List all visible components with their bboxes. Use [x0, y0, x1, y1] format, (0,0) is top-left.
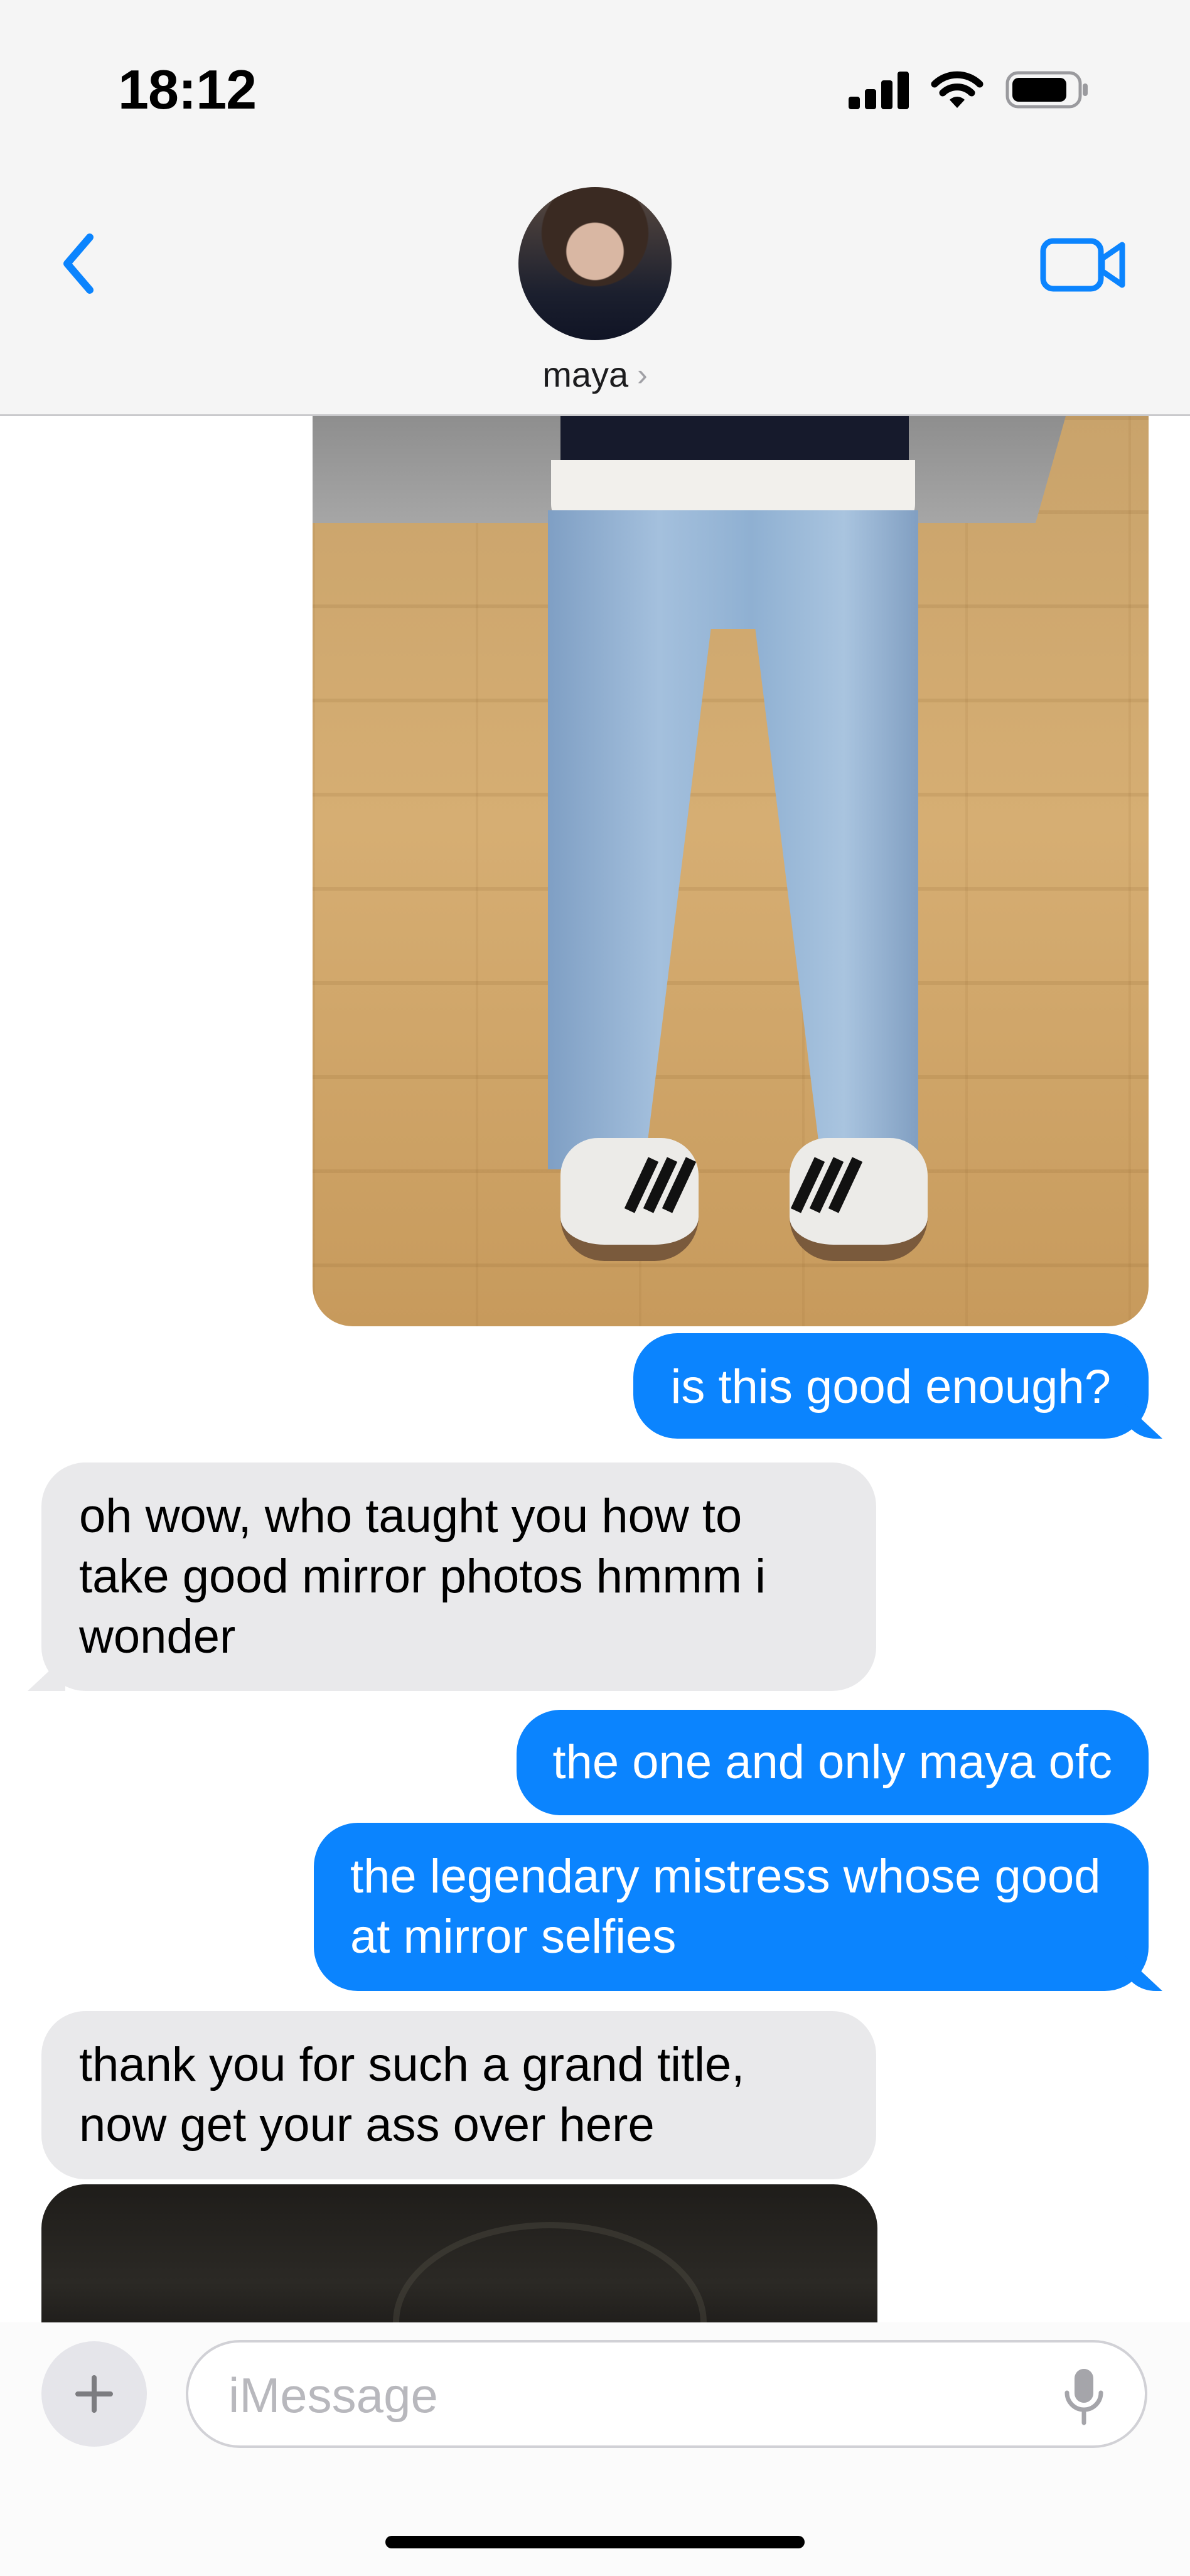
back-button[interactable] [44, 226, 113, 301]
cellular-signal-icon [849, 70, 909, 109]
conversation-header: 18:12 maya › [0, 0, 1190, 416]
sent-photo-message[interactable] [313, 416, 1149, 1326]
video-call-button[interactable] [1039, 233, 1127, 296]
microphone-icon[interactable] [1062, 2366, 1106, 2427]
sent-message-bubble[interactable]: is this good enough? [633, 1333, 1149, 1439]
message-input[interactable] [227, 2361, 1033, 2429]
add-attachment-button[interactable] [41, 2341, 147, 2447]
photo-content-jeans [548, 510, 918, 1169]
photo-content-shoe-left [560, 1138, 699, 1261]
contact-name[interactable]: maya [542, 354, 628, 395]
chevron-right-icon: › [637, 357, 648, 392]
received-message-bubble[interactable]: thank you for such a grand title, now ge… [41, 2011, 876, 2179]
status-time: 18:12 [118, 58, 257, 121]
contact-avatar[interactable] [518, 187, 672, 340]
battery-icon [1005, 71, 1088, 109]
message-input-field[interactable] [186, 2340, 1147, 2448]
plus-icon [75, 2375, 113, 2413]
contact-name-row[interactable]: maya › [0, 354, 1190, 395]
received-message-bubble[interactable]: oh wow, who taught you how to take good … [41, 1462, 876, 1691]
home-indicator[interactable] [385, 2536, 805, 2548]
status-icons [849, 68, 1090, 112]
photo-content-shoe-right [790, 1138, 928, 1261]
wifi-icon [931, 71, 984, 108]
sent-message-bubble[interactable]: the one and only maya ofc [516, 1710, 1149, 1815]
chevron-left-icon [63, 233, 94, 294]
sent-message-bubble[interactable]: the legendary mistress whose good at mir… [314, 1823, 1149, 1991]
video-camera-icon [1040, 238, 1125, 292]
